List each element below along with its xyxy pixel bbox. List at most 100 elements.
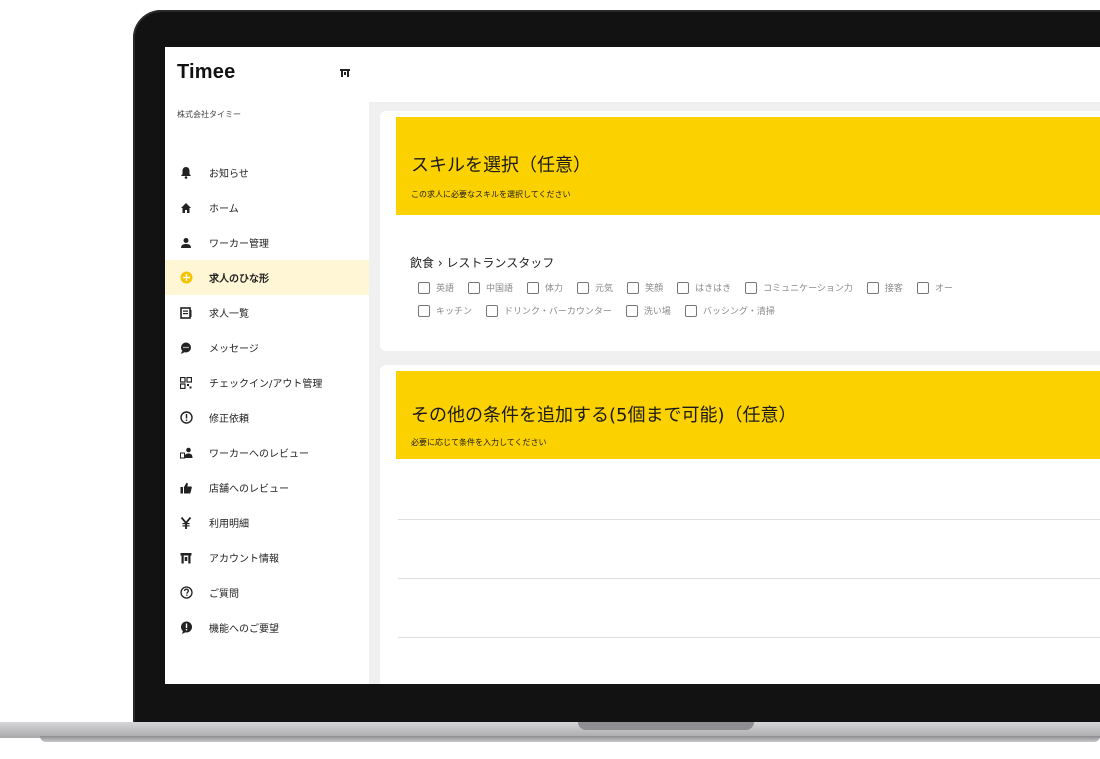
skill-checkbox-dishwashing[interactable]: 洗い場 bbox=[625, 304, 671, 317]
skill-label: 笑顔 bbox=[645, 284, 664, 294]
checkbox[interactable] bbox=[627, 281, 640, 294]
sidebar-item-store-reviews[interactable]: 店舗へのレビュー bbox=[165, 470, 369, 505]
checkbox[interactable] bbox=[677, 281, 690, 294]
store-icon bbox=[179, 551, 193, 565]
sidebar-item-usage-statement[interactable]: 利用明細 bbox=[165, 505, 369, 540]
skill-checkbox-energetic[interactable]: 元気 bbox=[577, 281, 613, 294]
top-bar bbox=[369, 47, 1100, 102]
skill-label: 英語 bbox=[436, 284, 455, 294]
sidebar-item-label: ワーカーへのレビュー bbox=[209, 449, 309, 460]
help-icon bbox=[179, 586, 193, 600]
sidebar-item-label: 店舗へのレビュー bbox=[209, 484, 289, 495]
app-screen: Timee 株式会社タイミー お知らせ ホーム ワーカー管理 求人のひな形 求人… bbox=[165, 47, 1100, 684]
sidebar-item-notices[interactable]: お知らせ bbox=[165, 155, 369, 190]
skill-checkbox-smile[interactable]: 笑顔 bbox=[627, 281, 663, 294]
checkbox[interactable] bbox=[866, 281, 879, 294]
sidebar: Timee 株式会社タイミー お知らせ ホーム ワーカー管理 求人のひな形 求人… bbox=[165, 47, 369, 684]
conditions-banner: その他の条件を追加する(5個まで可能)（任意） 必要に応じて条件を入力してくださ… bbox=[396, 371, 1100, 459]
person-icon bbox=[179, 236, 193, 250]
skill-checkbox-english[interactable]: 英語 bbox=[418, 281, 454, 294]
checkbox[interactable] bbox=[916, 281, 929, 294]
laptop-base-shadow bbox=[40, 736, 1100, 742]
sidebar-item-label: アカウント情報 bbox=[209, 554, 279, 565]
store-menu-icon[interactable] bbox=[339, 67, 351, 79]
skill-checkbox-crisp[interactable]: はきはき bbox=[677, 281, 731, 294]
sidebar-nav: お知らせ ホーム ワーカー管理 求人のひな形 求人一覧 メッセージ チェックイン… bbox=[165, 155, 369, 645]
checkbox[interactable] bbox=[418, 281, 430, 294]
conditions-card: その他の条件を追加する(5個まで可能)（任意） 必要に応じて条件を入力してくださ… bbox=[380, 365, 1100, 684]
sidebar-item-correction-requests[interactable]: 修正依頼 bbox=[165, 400, 369, 435]
checkbox[interactable] bbox=[486, 304, 499, 317]
skills-card: スキルを選択（任意） この求人に必要なスキルを選択してください 飲食 › レスト… bbox=[380, 111, 1100, 351]
sidebar-item-label: 求人一覧 bbox=[209, 309, 249, 320]
sidebar-item-messages[interactable]: メッセージ bbox=[165, 330, 369, 365]
skill-label: ドリンク・バーカウンター bbox=[504, 307, 612, 317]
sidebar-item-account-info[interactable]: アカウント情報 bbox=[165, 540, 369, 575]
chat-icon bbox=[179, 341, 193, 355]
skill-label: 体力 bbox=[545, 284, 564, 294]
checkbox[interactable] bbox=[625, 304, 638, 317]
sidebar-item-feature-requests[interactable]: 機能へのご要望 bbox=[165, 610, 369, 645]
conditions-title: その他の条件を追加する(5個まで可能)（任意） bbox=[411, 405, 797, 426]
skill-label: オー bbox=[934, 284, 953, 294]
yen-icon bbox=[179, 516, 193, 530]
sidebar-item-worker-reviews[interactable]: ワーカーへのレビュー bbox=[165, 435, 369, 470]
sidebar-item-label: お知らせ bbox=[209, 169, 249, 180]
skill-label: 接客 bbox=[884, 284, 903, 294]
thumbs-up-icon bbox=[179, 481, 193, 495]
skills-row-1: 英語 中国語 体力 元気 笑顔 はきはき コミュニケーション力 接客 オー bbox=[418, 281, 967, 294]
skill-checkbox-stamina[interactable]: 体力 bbox=[527, 281, 563, 294]
skill-label: バッシング・清掃 bbox=[702, 307, 775, 317]
plus-circle-icon bbox=[179, 271, 193, 285]
checkbox[interactable] bbox=[745, 281, 758, 294]
conditions-subtitle: 必要に応じて条件を入力してください bbox=[411, 438, 547, 447]
worker-review-icon bbox=[179, 446, 193, 460]
checkbox[interactable] bbox=[418, 304, 430, 317]
sidebar-item-label: 求人のひな形 bbox=[209, 274, 269, 285]
checkbox[interactable] bbox=[527, 281, 540, 294]
sidebar-item-home[interactable]: ホーム bbox=[165, 190, 369, 225]
skills-banner: スキルを選択（任意） この求人に必要なスキルを選択してください bbox=[396, 117, 1100, 215]
skill-checkbox-communication[interactable]: コミュニケーション力 bbox=[745, 281, 853, 294]
brand-logo[interactable]: Timee bbox=[177, 61, 235, 84]
laptop-notch bbox=[578, 722, 754, 730]
sidebar-item-label: ワーカー管理 bbox=[209, 239, 269, 250]
skill-label: キッチン bbox=[436, 307, 473, 317]
bell-icon bbox=[179, 166, 193, 180]
skill-label: 中国語 bbox=[486, 284, 514, 294]
skills-title: スキルを選択（任意） bbox=[411, 155, 591, 176]
checkbox[interactable] bbox=[577, 281, 590, 294]
skill-checkbox-drink-bar[interactable]: ドリンク・バーカウンター bbox=[486, 304, 612, 317]
skills-row-2: キッチン ドリンク・バーカウンター 洗い場 バッシング・清掃 bbox=[418, 304, 789, 317]
skill-checkbox-kitchen[interactable]: キッチン bbox=[418, 304, 472, 317]
sidebar-item-label: 修正依頼 bbox=[209, 414, 249, 425]
sidebar-item-job-list[interactable]: 求人一覧 bbox=[165, 295, 369, 330]
checkbox[interactable] bbox=[684, 304, 697, 317]
sidebar-item-questions[interactable]: ご質問 bbox=[165, 575, 369, 610]
exclamation-bubble-icon bbox=[179, 621, 193, 635]
skill-label: はきはき bbox=[695, 284, 732, 294]
sidebar-item-label: 利用明細 bbox=[209, 519, 249, 530]
sidebar-item-label: メッセージ bbox=[209, 344, 259, 355]
sidebar-item-job-templates[interactable]: 求人のひな形 bbox=[165, 260, 369, 295]
qr-code-icon bbox=[179, 376, 193, 390]
sidebar-item-label: ホーム bbox=[209, 204, 239, 215]
home-icon bbox=[179, 201, 193, 215]
alert-circle-icon bbox=[179, 411, 193, 425]
sidebar-item-label: 機能へのご要望 bbox=[209, 624, 279, 635]
sidebar-item-checkin-management[interactable]: チェックイン/アウト管理 bbox=[165, 365, 369, 400]
sidebar-item-label: チェックイン/アウト管理 bbox=[209, 379, 323, 390]
skill-label: 元気 bbox=[595, 284, 614, 294]
skill-checkbox-chinese[interactable]: 中国語 bbox=[468, 281, 513, 294]
checkbox[interactable] bbox=[468, 281, 481, 294]
company-name: 株式会社タイミー bbox=[177, 110, 241, 119]
skill-checkbox-bussing-cleaning[interactable]: バッシング・清掃 bbox=[684, 304, 775, 317]
skill-label: コミュニケーション力 bbox=[763, 284, 853, 294]
skill-category-breadcrumb: 飲食 › レストランスタッフ bbox=[410, 256, 555, 270]
skills-subtitle: この求人に必要なスキルを選択してください bbox=[411, 190, 571, 199]
skill-checkbox-truncated[interactable]: オー bbox=[916, 281, 953, 294]
sidebar-item-worker-management[interactable]: ワーカー管理 bbox=[165, 225, 369, 260]
skill-label: 洗い場 bbox=[643, 307, 671, 317]
skill-checkbox-customer-service[interactable]: 接客 bbox=[866, 281, 903, 294]
list-icon bbox=[179, 306, 193, 320]
